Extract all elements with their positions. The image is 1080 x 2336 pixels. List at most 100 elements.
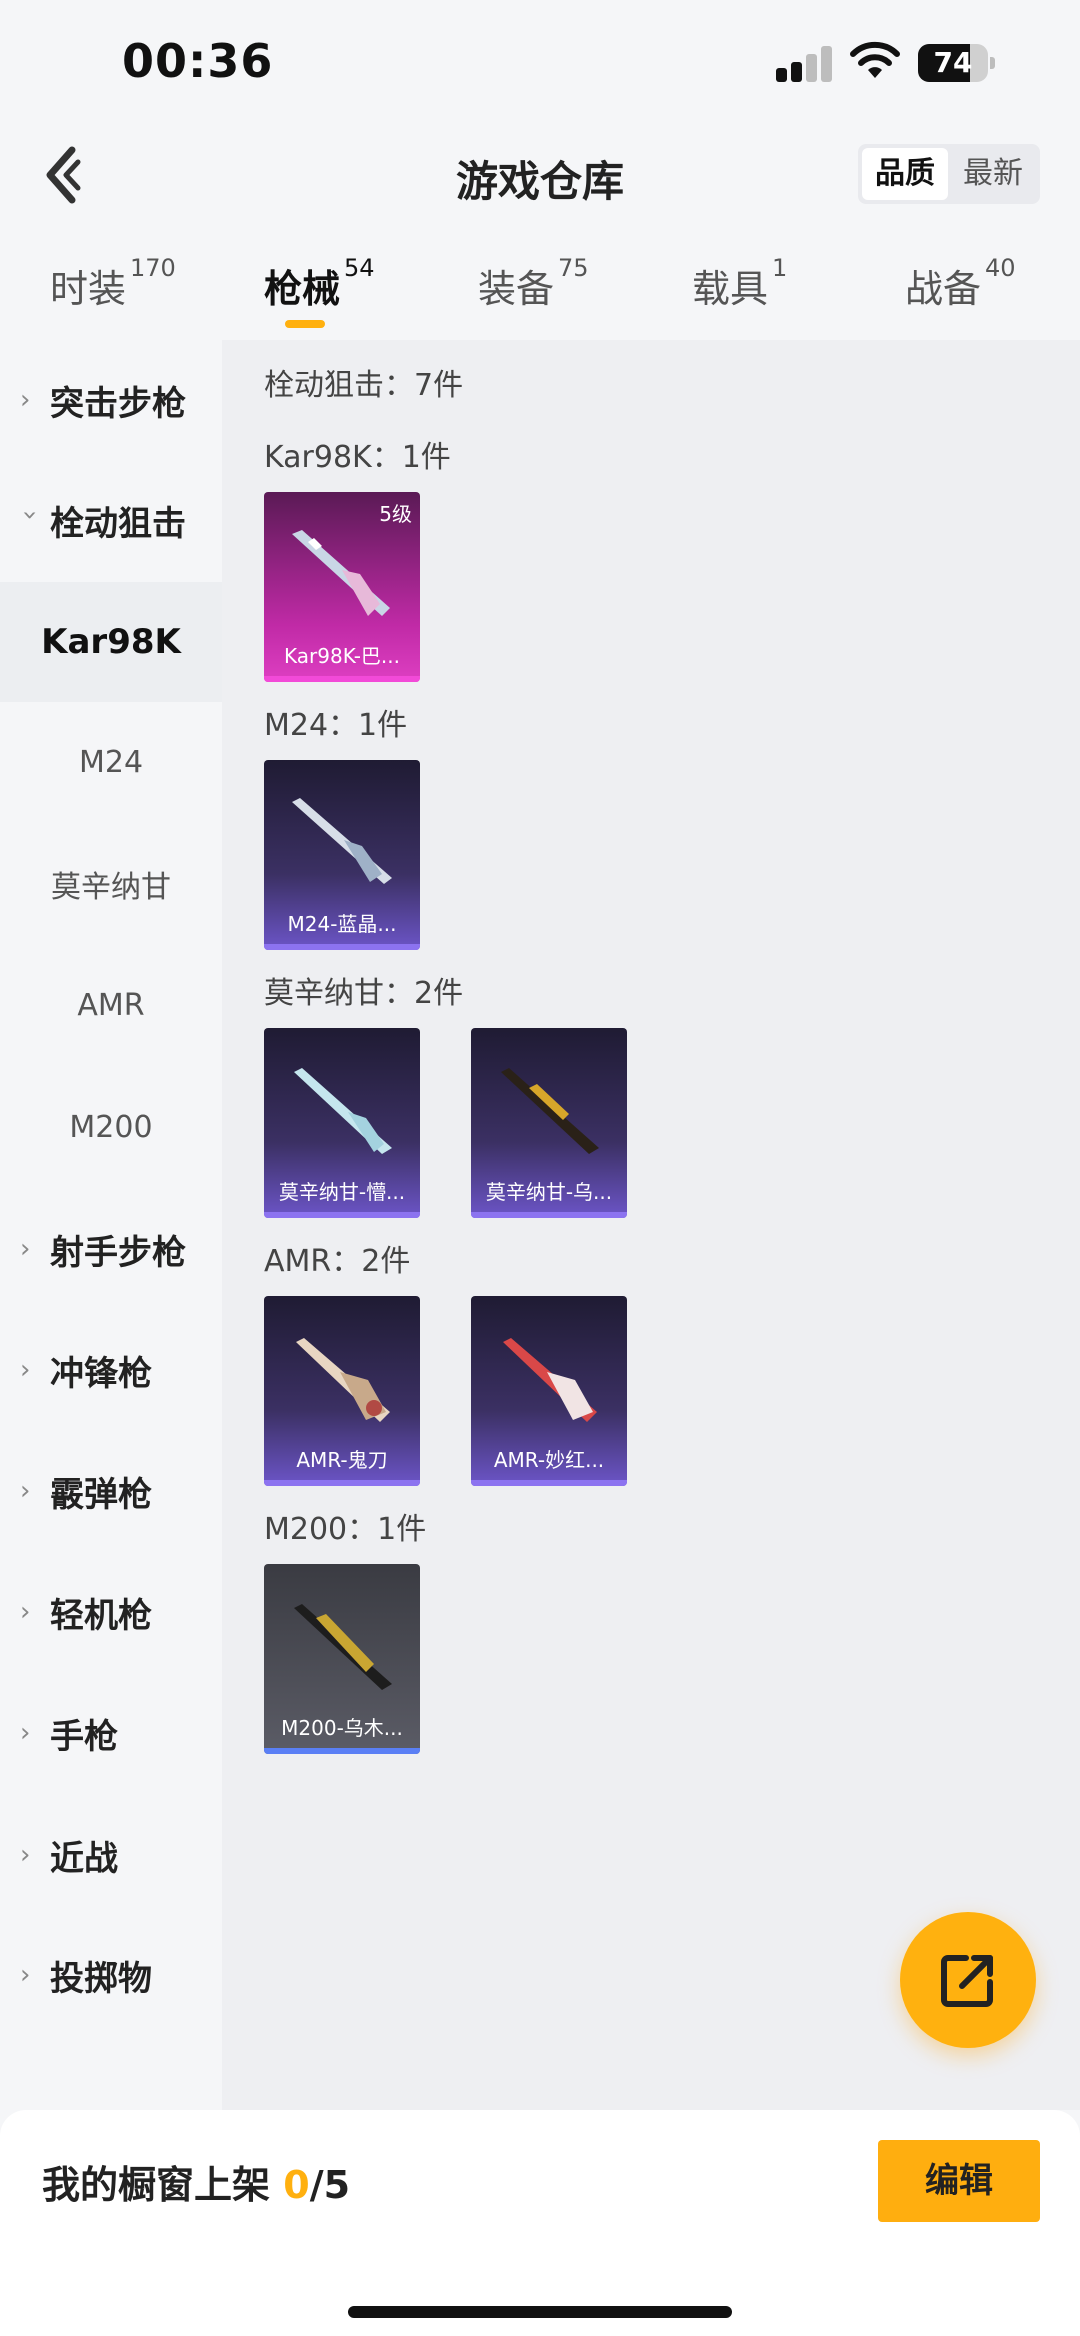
rifle-icon bbox=[503, 1338, 597, 1422]
showcase-label: 我的橱窗上架 bbox=[42, 2163, 271, 2207]
rifle-icon bbox=[292, 798, 392, 884]
sidebar-item-label: Kar98K bbox=[41, 622, 181, 662]
item-name: AMR-鬼刀 bbox=[296, 1448, 388, 1472]
sidebar-item-shotgun[interactable]: › 霰弹枪 bbox=[0, 1431, 222, 1551]
sidebar-item-m200[interactable]: M200 bbox=[0, 1067, 222, 1187]
battery-icon: 74 bbox=[918, 44, 995, 82]
external-link-icon bbox=[941, 1955, 993, 2007]
tab-firearms[interactable]: 枪械 54 bbox=[264, 254, 375, 328]
sidebar-item-bolt-sniper[interactable]: › 栓动狙击 bbox=[0, 460, 222, 580]
group-heading: AMR：2件 bbox=[264, 1244, 411, 1279]
item-name: Kar98K-巴... bbox=[284, 644, 400, 668]
sidebar-item-label: 突击步枪 bbox=[50, 383, 186, 424]
showcase-status: 我的橱窗上架 0/5 bbox=[42, 2154, 350, 2209]
sidebar-item-mosin[interactable]: 莫辛纳甘 bbox=[0, 824, 222, 944]
sidebar-item-label: 冲锋枪 bbox=[50, 1353, 152, 1394]
status-bar: 00:36 74 bbox=[0, 0, 1080, 120]
sidebar-item-assault-rifle[interactable]: › 突击步枪 bbox=[0, 340, 222, 460]
item-list: 栓动狙击：7件 Kar98K：1件 5级 Kar98K-巴... M24：1件 … bbox=[222, 340, 1080, 2110]
tab-equipment[interactable]: 装备 75 bbox=[478, 254, 589, 328]
item-name: M24-蓝晶... bbox=[287, 912, 397, 936]
tab-supplies[interactable]: 战备 40 bbox=[905, 254, 1016, 328]
rifle-icon bbox=[292, 530, 390, 616]
item-card[interactable]: 莫辛纳甘-乌... bbox=[471, 1028, 627, 1218]
chevron-right-icon: › bbox=[20, 385, 31, 415]
item-name: 莫辛纳甘-懵... bbox=[278, 1180, 406, 1204]
group-heading: Kar98K：1件 bbox=[264, 440, 451, 475]
chevron-down-icon: › bbox=[15, 510, 45, 521]
chevron-right-icon: › bbox=[20, 1234, 31, 1264]
tab-count: 54 bbox=[344, 254, 375, 282]
item-card[interactable]: 5级 Kar98K-巴... bbox=[264, 492, 420, 682]
chevron-right-icon: › bbox=[20, 1597, 31, 1627]
tab-label: 时装 bbox=[50, 267, 127, 311]
rifle-icon bbox=[294, 1604, 392, 1690]
showcase-total: /5 bbox=[309, 2163, 351, 2207]
tab-label: 枪械 bbox=[264, 267, 341, 311]
tab-vehicles[interactable]: 载具 1 bbox=[692, 254, 787, 328]
sidebar-item-smg[interactable]: › 冲锋枪 bbox=[0, 1310, 222, 1430]
sort-latest-button[interactable]: 最新 bbox=[950, 148, 1036, 200]
item-card[interactable]: AMR-鬼刀 bbox=[264, 1296, 420, 1486]
sidebar-item-throwables[interactable]: › 投掷物 bbox=[0, 1915, 222, 2035]
chevron-right-icon: › bbox=[20, 1355, 31, 1385]
sidebar-item-amr[interactable]: AMR bbox=[0, 945, 222, 1065]
group-heading: M24：1件 bbox=[264, 708, 408, 743]
chevron-right-icon: › bbox=[20, 1840, 31, 1870]
item-card[interactable]: M200-乌木... bbox=[264, 1564, 420, 1754]
tab-count: 40 bbox=[985, 254, 1016, 282]
category-tabs: 时装 170 枪械 54 装备 75 载具 1 战备 40 bbox=[0, 238, 1080, 338]
sidebar-item-label: 霰弹枪 bbox=[50, 1474, 152, 1515]
sort-toggle: 品质 最新 bbox=[858, 144, 1040, 204]
bottom-bar: 我的橱窗上架 0/5 编辑 bbox=[0, 2110, 1080, 2336]
wifi-icon bbox=[850, 41, 900, 78]
category-summary: 栓动狙击：7件 bbox=[264, 368, 464, 403]
active-tab-indicator bbox=[285, 320, 325, 328]
item-name: M200-乌木... bbox=[281, 1716, 403, 1740]
rifle-icon bbox=[501, 1068, 599, 1154]
sidebar-item-label: 手枪 bbox=[50, 1716, 118, 1757]
chevron-right-icon: › bbox=[20, 1718, 31, 1748]
item-name: AMR-妙红... bbox=[493, 1448, 605, 1472]
tab-label: 载具 bbox=[692, 267, 769, 311]
group-heading: M200：1件 bbox=[264, 1512, 427, 1547]
tab-count: 170 bbox=[130, 254, 176, 282]
tab-label: 装备 bbox=[478, 267, 555, 311]
item-card[interactable]: AMR-妙红... bbox=[471, 1296, 627, 1486]
tab-label: 战备 bbox=[905, 267, 982, 311]
sidebar-item-lmg[interactable]: › 轻机枪 bbox=[0, 1552, 222, 1672]
share-fab[interactable] bbox=[900, 1912, 1036, 2048]
group-heading: 莫辛纳甘：2件 bbox=[264, 976, 464, 1011]
chevron-right-icon: › bbox=[20, 1476, 31, 1506]
status-time: 00:36 bbox=[122, 34, 274, 88]
home-indicator bbox=[348, 2306, 732, 2318]
sidebar-item-marksman-rifle[interactable]: › 射手步枪 bbox=[0, 1189, 222, 1309]
sidebar-item-label: 莫辛纳甘 bbox=[51, 870, 171, 905]
tab-costume[interactable]: 时装 170 bbox=[50, 254, 176, 328]
item-name: 莫辛纳甘-乌... bbox=[485, 1180, 613, 1204]
sidebar-item-label: 轻机枪 bbox=[50, 1595, 152, 1636]
sidebar-item-pistol[interactable]: › 手枪 bbox=[0, 1673, 222, 1793]
item-card[interactable]: M24-蓝晶... bbox=[264, 760, 420, 950]
sort-quality-button[interactable]: 品质 bbox=[862, 148, 948, 200]
item-card[interactable]: 莫辛纳甘-懵... bbox=[264, 1028, 420, 1218]
back-icon[interactable] bbox=[36, 142, 96, 208]
sidebar-item-label: 射手步枪 bbox=[50, 1232, 186, 1273]
tab-count: 1 bbox=[772, 254, 788, 282]
sidebar-item-label: AMR bbox=[77, 987, 145, 1023]
rifle-icon bbox=[296, 1338, 390, 1422]
edit-button[interactable]: 编辑 bbox=[878, 2140, 1040, 2222]
sidebar-item-m24[interactable]: M24 bbox=[0, 702, 222, 822]
sidebar-item-label: 近战 bbox=[50, 1838, 118, 1879]
warehouse-page: 00:36 74 游戏仓库 品质 最新 时装 170 枪械 54 装备 75 载… bbox=[0, 0, 1080, 2336]
sidebar-item-label: M200 bbox=[69, 1109, 153, 1145]
sidebar-item-kar98k[interactable]: Kar98K bbox=[0, 582, 222, 702]
chevron-right-icon: › bbox=[20, 1960, 31, 1990]
header: 游戏仓库 品质 最新 bbox=[0, 120, 1080, 230]
sidebar-item-melee[interactable]: › 近战 bbox=[0, 1795, 222, 1915]
item-level-badge: 5级 bbox=[379, 502, 412, 526]
sidebar: › 突击步枪 › 栓动狙击 Kar98K M24 莫辛纳甘 AMR M200 ›… bbox=[0, 340, 222, 2110]
tab-count: 75 bbox=[558, 254, 589, 282]
sidebar-item-label: 投掷物 bbox=[50, 1958, 152, 1999]
battery-level: 74 bbox=[933, 46, 973, 79]
